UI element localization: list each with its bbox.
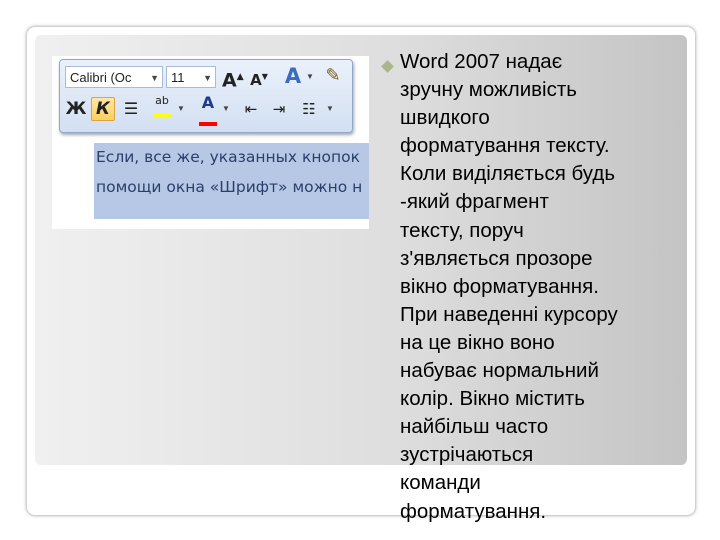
font-color-button[interactable]: A: [198, 93, 218, 126]
chevron-down-icon: ▼: [150, 73, 159, 83]
font-color-label: A: [201, 93, 215, 112]
mini-toolbar: Calibri (Ос ▼ 11 ▼ A▲ A▼ A ▼ ✎ Ж К ☰ ab …: [59, 59, 353, 133]
align-center-icon[interactable]: ☰: [120, 98, 142, 122]
font-size-combo[interactable]: 11 ▼: [166, 66, 216, 88]
format-painter-icon[interactable]: ✎: [322, 65, 344, 89]
bullets-icon[interactable]: ☷: [298, 98, 320, 122]
increase-indent-icon[interactable]: ⇥: [268, 98, 290, 122]
shrink-font-icon[interactable]: A▼: [250, 66, 268, 90]
highlight-button[interactable]: ab: [150, 94, 174, 118]
font-color-bar: [199, 122, 217, 126]
highlight-label: ab: [155, 94, 169, 107]
italic-button[interactable]: К: [91, 97, 115, 121]
font-name-combo[interactable]: Calibri (Ос ▼: [65, 66, 163, 88]
bold-button[interactable]: Ж: [65, 98, 87, 122]
selected-text-line-1: Если, все же, указанных кнопок: [96, 148, 360, 166]
grow-font-icon[interactable]: A▲: [222, 66, 244, 91]
font-name-value: Calibri (Ос: [70, 70, 132, 85]
chevron-down-icon: ▼: [326, 104, 334, 113]
chevron-down-icon: ▼: [306, 72, 314, 81]
highlight-color-bar: [153, 113, 171, 118]
decrease-indent-icon[interactable]: ⇤: [240, 98, 262, 122]
chevron-down-icon: ▼: [177, 104, 185, 113]
chevron-down-icon: ▼: [222, 104, 230, 113]
bullet-text: Word 2007 надає зручну можливість швидко…: [400, 50, 618, 523]
styles-icon[interactable]: A: [282, 65, 304, 89]
selected-text-line-2: помощи окна «Шрифт» можно н: [96, 178, 363, 196]
mini-toolbar-screenshot: Если, все же, указанных кнопок помощи ок…: [52, 56, 369, 229]
font-size-value: 11: [171, 70, 185, 85]
chevron-down-icon: ▼: [203, 73, 212, 83]
